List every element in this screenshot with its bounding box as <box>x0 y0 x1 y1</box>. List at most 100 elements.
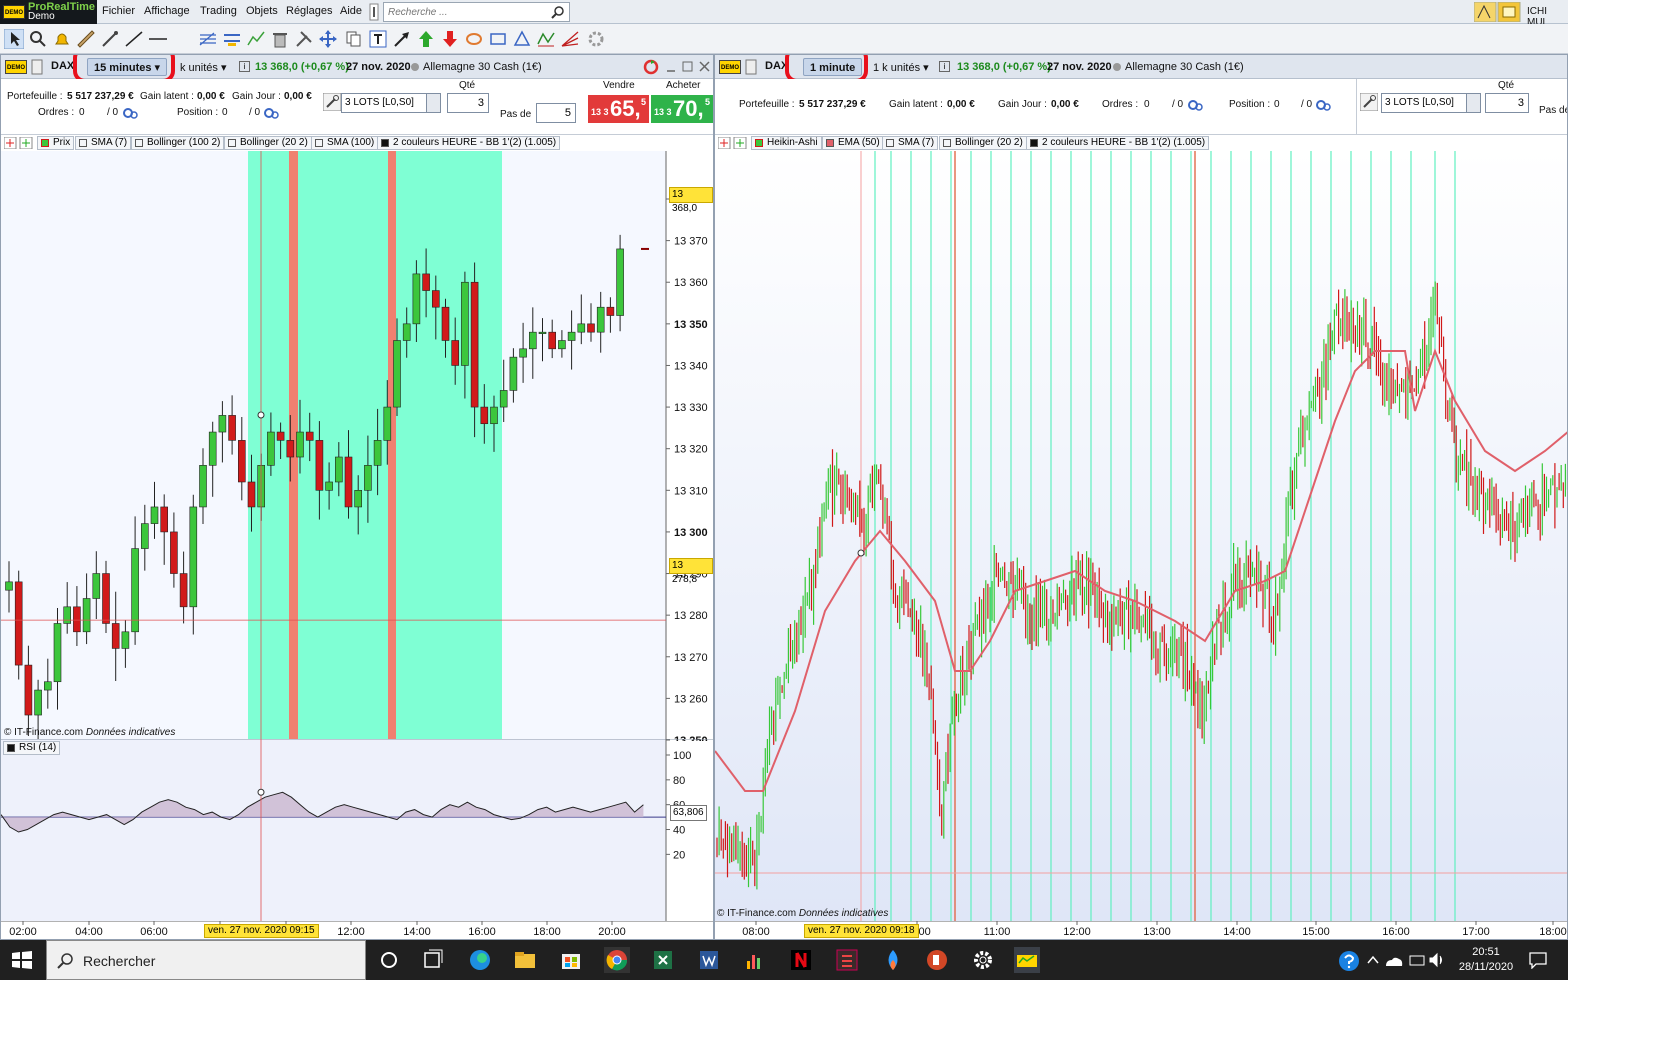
indicator-tag[interactable]: Heikin-Ashi <box>751 136 822 150</box>
bell-icon[interactable] <box>52 29 72 49</box>
trendline-icon[interactable] <box>124 29 144 49</box>
windows-start-icon[interactable] <box>12 951 32 969</box>
link-icon[interactable] <box>745 59 757 75</box>
search-icon[interactable] <box>551 5 565 19</box>
price-chart-15m[interactable]: 13 38013 37013 36013 35013 34013 33013 3… <box>1 151 714 741</box>
task-view-icon[interactable] <box>420 947 446 973</box>
ruler-icon[interactable] <box>76 29 96 49</box>
copy-icon[interactable] <box>344 29 364 49</box>
sell-button[interactable]: 13 3 65, 5 <box>588 95 649 123</box>
pen-icon[interactable] <box>100 29 120 49</box>
move-icon[interactable] <box>318 29 338 49</box>
zoom-icon[interactable] <box>28 29 48 49</box>
gear-icon[interactable] <box>1187 99 1203 111</box>
buy-button[interactable]: 13 3 70, 5 <box>651 95 713 123</box>
cortana-icon[interactable] <box>376 947 402 973</box>
wrench-icon[interactable] <box>369 3 379 21</box>
rsi-indicator-tag[interactable]: RSI (14) <box>3 741 61 755</box>
up-arrow-icon[interactable] <box>416 29 436 49</box>
search-field[interactable] <box>383 2 570 22</box>
help-icon[interactable] <box>1338 950 1360 972</box>
indicator-tag[interactable]: 2 couleurs HEURE - BB 1'(2) (1.005) <box>1026 136 1210 150</box>
netflix-icon[interactable] <box>788 947 814 973</box>
chevron-up-icon[interactable] <box>1367 955 1379 964</box>
chevron-down-icon[interactable] <box>1466 94 1480 112</box>
menu-trading[interactable]: Trading <box>200 5 237 17</box>
trash-icon[interactable] <box>270 29 290 49</box>
qty-input[interactable]: 3 <box>1485 93 1529 113</box>
gear-icon[interactable] <box>122 107 138 119</box>
wrench-icon[interactable] <box>1360 93 1378 111</box>
paint-icon[interactable] <box>880 947 906 973</box>
channel-icon[interactable] <box>222 29 242 49</box>
excel-icon[interactable] <box>650 947 676 973</box>
menu-reglages[interactable]: Réglages <box>286 5 332 17</box>
settings-gear-icon[interactable] <box>970 947 996 973</box>
instrument-name[interactable]: DAX <box>51 60 74 72</box>
cycle-icon[interactable] <box>464 29 484 49</box>
prorealtime-taskbar-icon[interactable] <box>1014 947 1040 973</box>
word-icon[interactable] <box>696 947 722 973</box>
down-arrow-icon[interactable] <box>440 29 460 49</box>
chart-app-icon[interactable] <box>742 947 768 973</box>
system-clock[interactable]: 20:51 28/11/2020 <box>1456 945 1516 975</box>
alert-icon[interactable] <box>1497 1 1521 23</box>
chrome-icon[interactable] <box>604 947 630 973</box>
settings-icon[interactable] <box>586 29 606 49</box>
qty-input[interactable]: 3 <box>447 93 489 113</box>
fan-icon[interactable] <box>560 29 580 49</box>
gear-icon[interactable] <box>263 107 279 119</box>
zigzag-icon[interactable] <box>536 29 556 49</box>
volume-icon[interactable] <box>1429 952 1442 968</box>
tools-icon[interactable] <box>294 29 314 49</box>
horizontal-line-icon[interactable] <box>148 29 168 49</box>
text-icon[interactable] <box>368 29 388 49</box>
indicator-tag[interactable]: 2 couleurs HEURE - BB 1'(2) (1.005) <box>377 136 561 150</box>
indicator-tag[interactable]: SMA (100) <box>311 136 379 150</box>
fibonacci-icon[interactable] <box>198 29 218 49</box>
indicator-tag[interactable]: Bollinger (20 2) <box>939 136 1027 150</box>
indicator-tag[interactable]: Prix <box>37 136 75 150</box>
indicator-tag[interactable]: SMA (7) <box>882 136 939 150</box>
taskbar-search[interactable]: Rechercher <box>46 940 366 980</box>
indicator-tag[interactable]: SMA (7) <box>75 136 132 150</box>
link-icon[interactable] <box>31 59 43 75</box>
maximize-icon[interactable] <box>682 61 693 72</box>
add-indicator-icons[interactable] <box>4 137 34 149</box>
rectangle-icon[interactable] <box>488 29 508 49</box>
chevron-down-icon[interactable] <box>426 94 440 112</box>
edge-icon[interactable] <box>467 947 493 973</box>
gear-icon[interactable] <box>1315 99 1331 111</box>
file-explorer-icon[interactable] <box>512 947 538 973</box>
add-indicator-icons[interactable] <box>718 137 748 149</box>
units-selector[interactable]: k unités ▾ <box>180 61 227 74</box>
onedrive-icon[interactable] <box>1386 957 1403 966</box>
triangle-icon[interactable] <box>512 29 532 49</box>
drawing-tool-icon[interactable] <box>1473 1 1497 23</box>
lots-dropdown[interactable]: 3 LOTS [L0,S0] <box>1381 93 1481 113</box>
step-input[interactable]: 5 <box>536 103 576 123</box>
close-icon[interactable] <box>699 61 710 72</box>
indicator-tag[interactable]: Bollinger (100 2) <box>131 136 225 150</box>
lots-dropdown[interactable]: 3 LOTS [L0,S0] <box>341 93 441 113</box>
arrow-icon[interactable] <box>392 29 412 49</box>
powerpoint-icon[interactable] <box>924 947 950 973</box>
search-input[interactable] <box>388 5 548 19</box>
price-chart-1m[interactable] <box>715 151 1568 921</box>
menu-objets[interactable]: Objets <box>246 5 278 17</box>
pointer-icon[interactable] <box>3 28 25 50</box>
info-icon[interactable]: i <box>239 61 250 72</box>
indicator-tag[interactable]: EMA (50) <box>822 136 884 150</box>
rsi-panel[interactable]: 10080604020 <box>1 739 714 921</box>
network-icon[interactable] <box>1409 955 1425 966</box>
units-selector[interactable]: 1 k unités ▾ <box>873 61 929 74</box>
notification-icon[interactable] <box>1528 951 1548 969</box>
menu-aide[interactable]: Aide <box>340 5 362 17</box>
menu-fichier[interactable]: Fichier <box>102 5 135 17</box>
refresh-icon[interactable] <box>641 57 661 77</box>
wrench-icon[interactable] <box>323 93 341 111</box>
indicator-tag[interactable]: Bollinger (20 2) <box>224 136 312 150</box>
pattern-icon[interactable] <box>246 29 266 49</box>
store-icon[interactable] <box>558 947 584 973</box>
calculator-icon[interactable] <box>834 947 860 973</box>
